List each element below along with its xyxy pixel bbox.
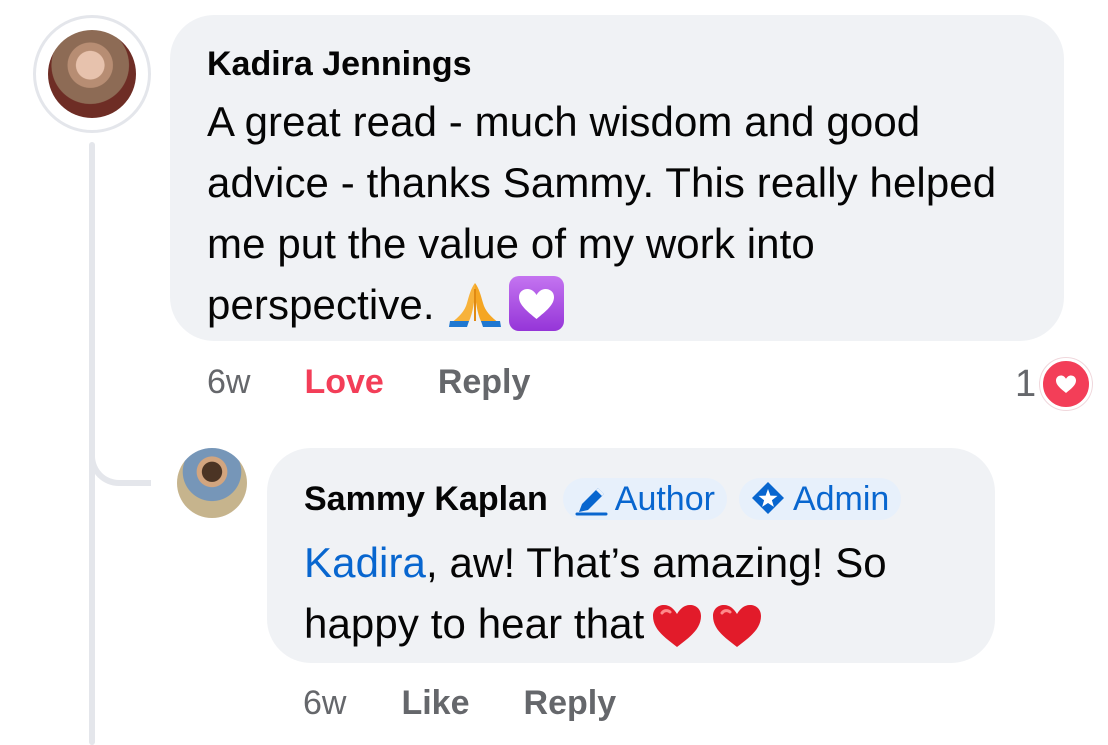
admin-badge: Admin: [738, 478, 902, 520]
comment-body-kadira: A great read - much wisdom and good advi…: [207, 98, 997, 328]
red-heart-icon: [713, 605, 762, 647]
comment-time-sammy[interactable]: 6w: [303, 682, 346, 724]
sammy-avatar[interactable]: [177, 448, 247, 518]
comment-header-sammy: Sammy Kaplan Author Admin: [304, 478, 961, 520]
reply-button-sammy[interactable]: Reply: [524, 682, 617, 724]
kadira-profile-photo: [48, 30, 136, 118]
reply-button-kadira[interactable]: Reply: [438, 361, 531, 403]
red-heart-icon: [653, 605, 702, 647]
love-reaction-icon: [1040, 358, 1093, 410]
comment-actions-sammy: 6w Like Reply: [303, 682, 616, 724]
like-button-sammy[interactable]: Like: [401, 682, 469, 724]
reply-thread-connector: [89, 420, 151, 486]
purple-heart-emoji-icon: [508, 276, 564, 331]
comment-author-kadira[interactable]: Kadira Jennings: [207, 43, 1030, 85]
kadira-avatar[interactable]: [33, 15, 151, 133]
comment-time-kadira[interactable]: 6w: [207, 361, 250, 403]
comment-text-kadira: A great read - much wisdom and good advi…: [207, 91, 1030, 335]
author-badge-label: Author: [614, 480, 715, 518]
reaction-summary[interactable]: 1: [1015, 358, 1093, 410]
admin-badge-label: Admin: [792, 480, 890, 518]
folded-hands-emoji-icon: [448, 283, 501, 327]
comment-author-sammy[interactable]: Sammy Kaplan: [304, 478, 548, 520]
comment-text-sammy: Kadira, aw! That’s amazing! So happy to …: [304, 532, 961, 654]
reaction-count: 1: [1015, 362, 1037, 405]
comment-bubble-sammy: Sammy Kaplan Author Admin Kadira, aw! Th…: [267, 448, 995, 663]
admin-star-icon: [751, 482, 784, 514]
author-badge: Author: [562, 478, 727, 520]
love-reaction-button[interactable]: Love: [304, 361, 383, 403]
mention-kadira[interactable]: Kadira: [304, 539, 426, 586]
pencil-icon: [575, 487, 608, 516]
comment-bubble-kadira: Kadira Jennings A great read - much wisd…: [170, 15, 1064, 341]
comment-actions-kadira: 6w Love Reply: [207, 361, 530, 403]
